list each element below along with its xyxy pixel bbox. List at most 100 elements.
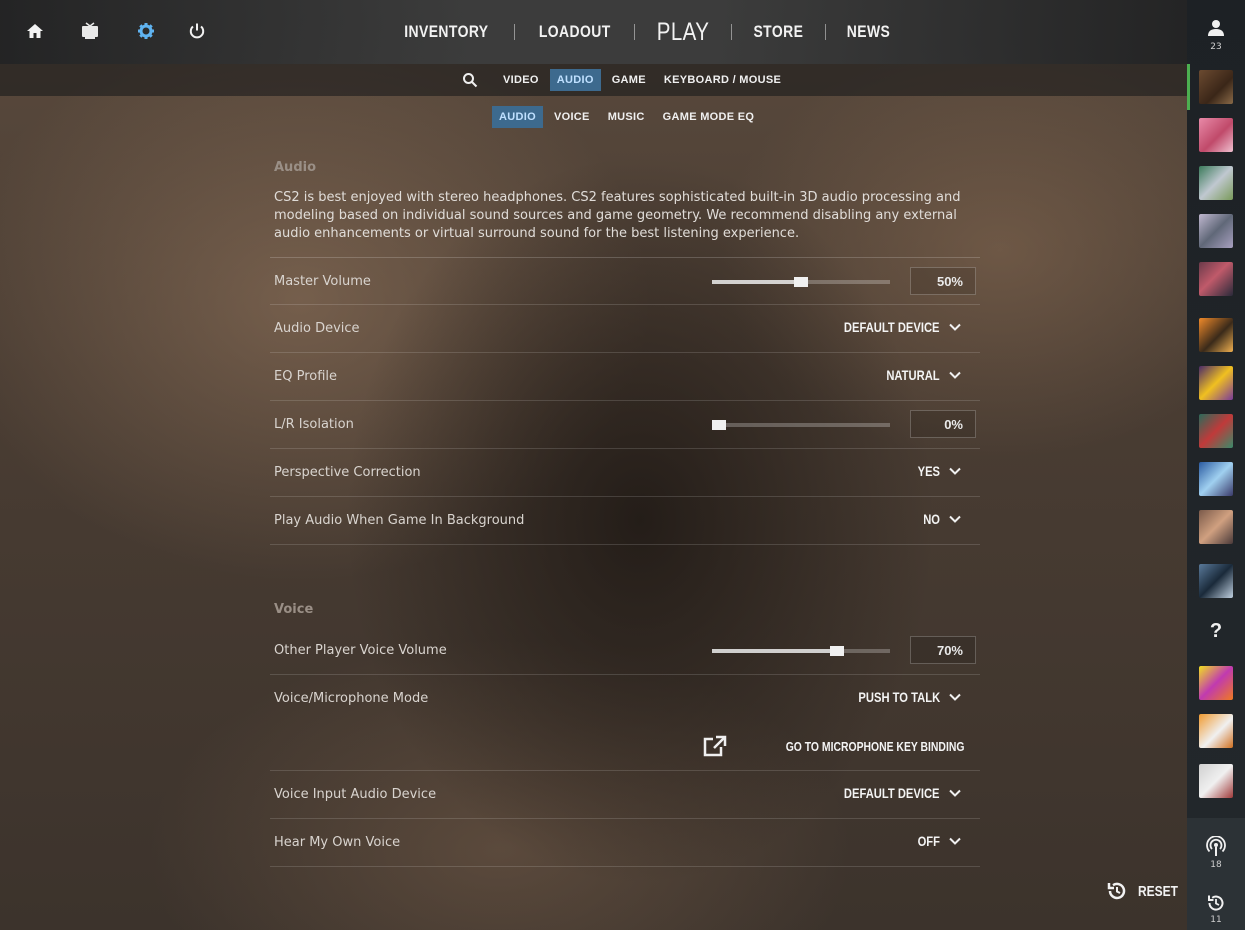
setting-other-player-voice-volume: Other Player Voice Volume 70%: [270, 627, 980, 675]
friends-icon[interactable]: [1206, 18, 1226, 42]
subtab-game-mode-eq[interactable]: GAME MODE EQ: [656, 106, 762, 128]
history-icon[interactable]: [1206, 893, 1226, 917]
nav-inventory[interactable]: INVENTORY: [396, 22, 497, 42]
chevron-down-icon: [949, 693, 961, 701]
voice-input-device-dropdown[interactable]: DEFAULT DEVICE: [820, 785, 962, 801]
setting-label: Play Audio When Game In Background: [274, 513, 525, 528]
power-icon[interactable]: [186, 20, 208, 42]
dropdown-value: DEFAULT DEVICE: [844, 785, 940, 801]
hear-own-voice-dropdown[interactable]: OFF: [912, 833, 962, 849]
dropdown-value: DEFAULT DEVICE: [844, 319, 940, 335]
setting-label: Voice Input Audio Device: [274, 787, 437, 802]
other-voice-volume-value[interactable]: 70%: [910, 636, 976, 664]
home-icon[interactable]: [24, 20, 46, 42]
go-to-mic-key-binding-link[interactable]: GO TO MICROPHONE KEY BINDING: [703, 735, 964, 757]
audio-settings-panel: Audio CS2 is best enjoyed with stereo he…: [270, 160, 980, 867]
broadcast-count: 18: [1210, 860, 1222, 870]
friends-sidebar: 23 ? 18 11: [1187, 0, 1245, 930]
nav-news[interactable]: NEWS: [839, 22, 899, 42]
main-nav: INVENTORY LOADOUT PLAY STORE NEWS: [385, 14, 905, 50]
setting-voice-input-device: Voice Input Audio Device DEFAULT DEVICE: [270, 771, 980, 819]
subtab-voice[interactable]: VOICE: [547, 106, 597, 128]
audio-device-dropdown[interactable]: DEFAULT DEVICE: [820, 319, 962, 335]
setting-label: Perspective Correction: [274, 465, 421, 480]
nav-store[interactable]: STORE: [746, 22, 812, 42]
friend-avatar[interactable]: [1199, 262, 1233, 296]
friend-avatar[interactable]: [1199, 510, 1233, 544]
voice-mic-mode-dropdown[interactable]: PUSH TO TALK: [838, 689, 962, 705]
nav-separator: [513, 24, 515, 40]
setting-label: EQ Profile: [274, 369, 338, 384]
chevron-down-icon: [949, 323, 961, 331]
nav-play[interactable]: PLAY: [649, 18, 718, 47]
setting-lr-isolation: L/R Isolation 0%: [270, 401, 980, 449]
search-icon[interactable]: [462, 72, 478, 88]
friends-count: 23: [1210, 42, 1222, 52]
tab-keyboard-mouse[interactable]: KEYBOARD / MOUSE: [657, 69, 788, 91]
friend-avatar[interactable]: [1199, 366, 1233, 400]
chevron-down-icon: [949, 515, 961, 523]
slider-thumb[interactable]: [794, 277, 808, 287]
gear-icon[interactable]: [135, 20, 157, 42]
setting-label: Audio Device: [274, 321, 360, 336]
friend-avatar[interactable]: [1199, 118, 1233, 152]
subtab-audio[interactable]: AUDIO: [492, 106, 543, 128]
friend-avatar[interactable]: [1199, 764, 1233, 798]
broadcast-icon[interactable]: [1206, 835, 1226, 862]
lr-isolation-value[interactable]: 0%: [910, 410, 976, 438]
tab-game[interactable]: GAME: [605, 69, 653, 91]
settings-tab-bar: VIDEO AUDIO GAME KEYBOARD / MOUSE: [0, 64, 1187, 96]
setting-label: Master Volume: [274, 273, 371, 289]
friend-avatar[interactable]: [1199, 666, 1233, 700]
friend-avatar[interactable]: [1199, 318, 1233, 352]
chevron-down-icon: [949, 371, 961, 379]
tab-audio[interactable]: AUDIO: [549, 69, 601, 91]
friend-avatar[interactable]: [1199, 414, 1233, 448]
nav-separator: [731, 24, 733, 40]
master-volume-slider[interactable]: [712, 277, 890, 287]
setting-label: Voice/Microphone Mode: [274, 691, 429, 706]
dropdown-value: OFF: [917, 833, 940, 849]
subtab-music[interactable]: MUSIC: [601, 106, 652, 128]
tv-icon[interactable]: [79, 20, 101, 42]
audio-subtab-bar: AUDIO VOICE MUSIC GAME MODE EQ: [492, 106, 765, 128]
eq-profile-dropdown[interactable]: NATURAL: [873, 367, 962, 383]
history-count: 11: [1210, 915, 1222, 925]
other-voice-volume-slider[interactable]: [712, 646, 890, 656]
unknown-friend-avatar[interactable]: ?: [1199, 614, 1233, 648]
slider-thumb[interactable]: [712, 420, 726, 430]
nav-loadout[interactable]: LOADOUT: [530, 22, 618, 42]
setting-play-audio-background: Play Audio When Game In Background NO: [270, 497, 980, 545]
dropdown-value: YES: [917, 463, 940, 479]
top-navigation-bar: INVENTORY LOADOUT PLAY STORE NEWS: [0, 0, 1187, 64]
setting-eq-profile: EQ Profile NATURAL: [270, 353, 980, 401]
lr-isolation-slider[interactable]: [712, 420, 890, 430]
slider-thumb[interactable]: [829, 646, 844, 656]
setting-label: Hear My Own Voice: [274, 835, 401, 850]
setting-label: Other Player Voice Volume: [274, 643, 447, 658]
dropdown-value: PUSH TO TALK: [858, 689, 940, 705]
dropdown-value: NATURAL: [886, 367, 940, 383]
friend-avatar[interactable]: [1187, 64, 1233, 110]
play-audio-background-dropdown[interactable]: NO: [919, 511, 962, 527]
setting-audio-device: Audio Device DEFAULT DEVICE: [270, 305, 980, 353]
friend-avatar[interactable]: [1199, 714, 1233, 748]
friend-avatar[interactable]: [1199, 462, 1233, 496]
setting-label: L/R Isolation: [274, 417, 354, 432]
slider-fill: [712, 280, 801, 284]
reset-button[interactable]: RESET: [1106, 880, 1188, 902]
friend-avatar[interactable]: [1199, 166, 1233, 200]
setting-master-volume: Master Volume 50%: [270, 257, 980, 305]
section-title-voice: Voice: [274, 602, 314, 617]
chevron-down-icon: [949, 837, 961, 845]
master-volume-value[interactable]: 50%: [910, 267, 976, 295]
audio-description: CS2 is best enjoyed with stereo headphon…: [274, 190, 961, 241]
friend-avatar[interactable]: [1199, 564, 1233, 598]
setting-voice-mic-mode: Voice/Microphone Mode PUSH TO TALK GO TO…: [270, 675, 980, 771]
tab-video[interactable]: VIDEO: [496, 69, 546, 91]
friend-avatar[interactable]: [1199, 214, 1233, 248]
nav-separator: [634, 24, 636, 40]
reset-label: RESET: [1138, 882, 1179, 900]
nav-separator: [825, 24, 827, 40]
perspective-correction-dropdown[interactable]: YES: [912, 463, 962, 479]
